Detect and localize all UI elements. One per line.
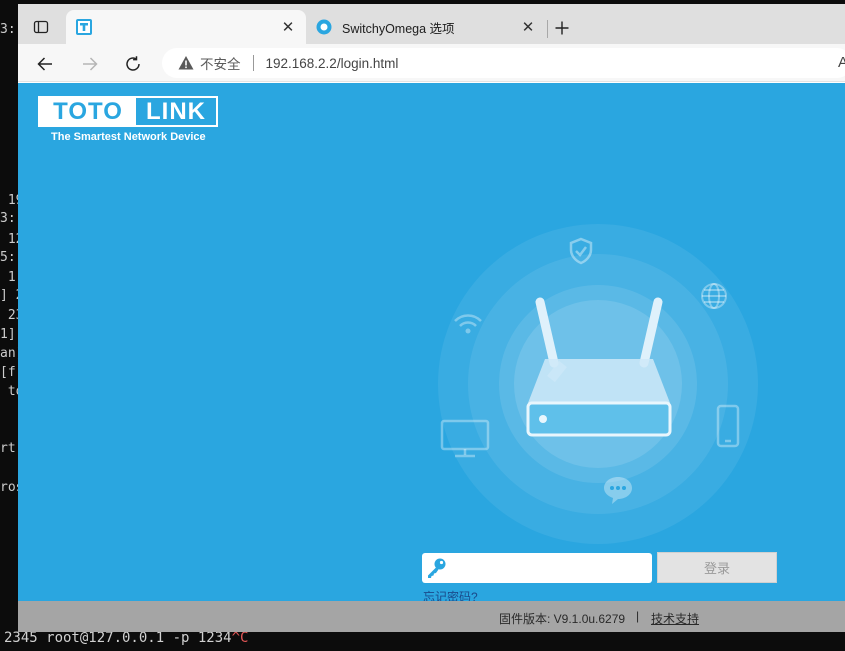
url-text[interactable]: 192.168.2.2/login.html <box>266 56 399 71</box>
tab-actions-icon <box>33 20 49 34</box>
logo-slogan: The Smartest Network Device <box>51 131 206 143</box>
screen: 3: 19 3: 12 5: 1' ] 2 23 1]: an) [f to r… <box>0 0 845 651</box>
address-bar[interactable]: 不安全 192.168.2.2/login.html A <box>162 48 845 78</box>
plus-icon <box>555 21 569 35</box>
logo-wordmark: TOTO LINK <box>38 96 218 127</box>
terminal-ctrl-c: ^C <box>231 630 249 646</box>
key-icon <box>422 553 450 583</box>
terminal-line: 5: <box>0 250 16 265</box>
arrow-right-icon <box>83 57 98 71</box>
tab-actions-button[interactable] <box>26 14 56 40</box>
terminal-line: 3: <box>0 211 16 226</box>
tab-switchyomega[interactable]: SwitchyOmega 选项 ✕ <box>306 10 546 44</box>
refresh-button[interactable] <box>119 50 147 78</box>
tab-title: SwitchyOmega 选项 <box>342 21 455 36</box>
footer-separator: | <box>636 609 640 623</box>
new-tab-button[interactable] <box>550 16 574 40</box>
tab-bar: ✕ SwitchyOmega 选项 ✕ <box>18 4 845 44</box>
browser-window: ✕ SwitchyOmega 选项 ✕ 不安全 192.168.2.2/logi… <box>18 4 845 632</box>
totolink-logo: TOTO LINK The Smartest Network Device <box>38 96 218 143</box>
reader-mode-icon[interactable]: A <box>838 54 845 71</box>
terminal-command: 2345 root@127.0.0.1 -p 1234 <box>4 630 232 646</box>
terminal-command-line: 2345 root@127.0.0.1 -p 1234^C <box>4 630 248 646</box>
tab-close-icon[interactable]: ✕ <box>520 19 536 36</box>
forward-button[interactable] <box>76 50 104 78</box>
tab-close-icon[interactable]: ✕ <box>280 19 296 36</box>
terminal-line: [f <box>0 365 16 380</box>
logo-part-link: LINK <box>146 97 206 125</box>
login-page: TOTO LINK The Smartest Network Device 登录… <box>18 83 845 632</box>
arrow-left-icon <box>37 57 52 71</box>
password-field[interactable] <box>422 553 652 583</box>
tab-divider <box>547 20 548 38</box>
firmware-version: 固件版本: V9.1.0u.6279 <box>499 612 626 626</box>
switchyomega-favicon-icon <box>316 19 332 35</box>
security-label[interactable]: 不安全 <box>200 53 241 73</box>
tab-totolink[interactable]: ✕ <box>66 10 306 44</box>
address-divider <box>252 55 254 71</box>
totolink-favicon-icon <box>76 19 92 35</box>
router-illustration <box>438 224 758 544</box>
terminal-line: 3: <box>0 22 16 37</box>
login-button[interactable]: 登录 <box>657 552 777 583</box>
back-button[interactable] <box>31 50 59 78</box>
browser-toolbar: 不安全 192.168.2.2/login.html A <box>18 44 845 82</box>
password-input[interactable] <box>450 555 652 581</box>
warning-icon[interactable] <box>178 55 194 71</box>
page-footer: 固件版本: V9.1.0u.6279 | 技术支持 <box>18 601 845 632</box>
logo-part-toto: TOTO <box>40 98 136 125</box>
refresh-icon <box>126 56 140 71</box>
tech-support-link[interactable]: 技术支持 <box>651 610 699 627</box>
